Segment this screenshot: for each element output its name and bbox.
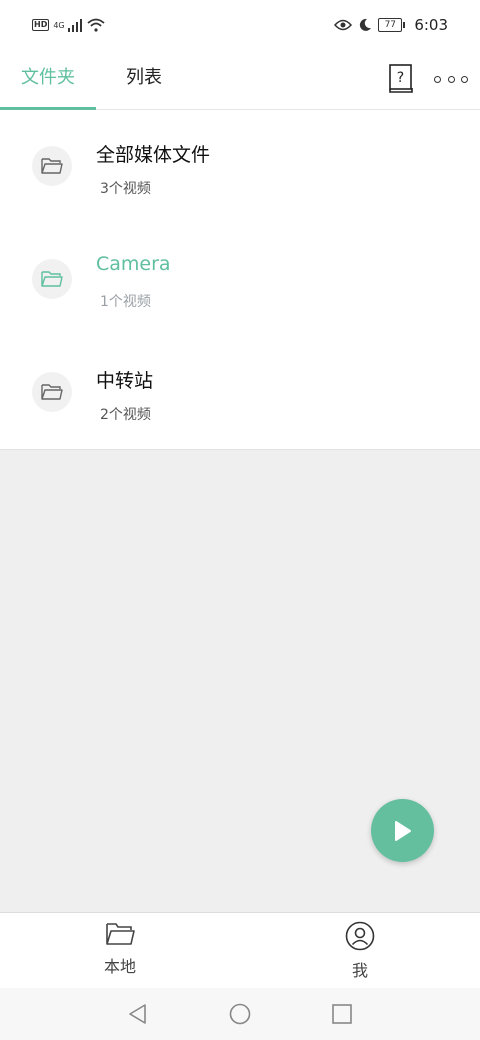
nav-local-label: 本地 (103, 957, 136, 976)
folder-icon (106, 923, 135, 945)
folder-item-all-media[interactable]: 全部媒体文件 3个视频 (0, 110, 480, 223)
back-triangle-icon (129, 1004, 146, 1024)
more-dot-icon (461, 75, 468, 83)
tab-folders[interactable]: 文件夹 (0, 54, 96, 110)
play-fab-button[interactable] (371, 799, 434, 862)
clock: 6:03 (414, 16, 448, 34)
recents-square-icon (332, 1004, 352, 1024)
network-label: 4G (53, 20, 65, 30)
top-bar: 文件夹 列表 ? (0, 54, 480, 110)
folder-video-count: 2个视频 (100, 407, 151, 423)
folder-icon (41, 158, 63, 174)
nav-me-label: 我 (351, 961, 368, 980)
folder-item-camera[interactable]: Camera 1个视频 (0, 223, 480, 336)
more-button[interactable] (434, 72, 468, 86)
hd-indicator: HD (32, 19, 50, 31)
battery-icon: 77 (378, 18, 406, 32)
svg-text:?: ? (397, 70, 404, 86)
status-left: HD 4G (32, 18, 105, 32)
folder-name: 中转站 (96, 370, 154, 392)
user-icon (345, 921, 375, 951)
folder-list: 全部媒体文件 3个视频 Camera 1个视频 中转站 2个视频 (0, 110, 480, 449)
home-circle-icon (229, 1003, 251, 1025)
more-dot-icon (434, 75, 441, 83)
folder-icon-bg (32, 259, 72, 299)
folder-icon-bg (32, 372, 72, 412)
more-dot-icon (447, 75, 455, 83)
wifi-icon (87, 18, 105, 32)
bottom-nav: 本地 我 (0, 912, 480, 989)
tab-list-label: 列表 (126, 67, 162, 88)
folder-name: 全部媒体文件 (96, 144, 211, 166)
recents-button[interactable] (330, 1002, 354, 1026)
folder-icon-bg (32, 146, 72, 186)
folder-icon (41, 271, 63, 287)
back-button[interactable] (126, 1002, 150, 1026)
help-button[interactable]: ? (388, 64, 414, 94)
folder-icon (41, 384, 63, 400)
tab-list[interactable]: 列表 (118, 54, 170, 109)
folder-video-count: 3个视频 (100, 181, 151, 197)
home-button[interactable] (228, 1002, 252, 1026)
folder-video-count: 1个视频 (100, 294, 151, 310)
play-icon (394, 820, 411, 841)
eye-comfort-icon (334, 19, 353, 31)
system-nav-bar (0, 988, 480, 1040)
folder-name: Camera (96, 253, 171, 275)
signal-icon (67, 19, 82, 32)
status-right: 77 6:03 (334, 16, 448, 34)
folder-item-transfer[interactable]: 中转站 2个视频 (0, 336, 480, 449)
nav-me[interactable]: 我 (320, 921, 400, 981)
moon-icon (360, 18, 372, 31)
status-bar: HD 4G 77 6:03 (0, 0, 480, 54)
help-book-icon: ? (389, 64, 413, 93)
tab-folders-label: 文件夹 (21, 67, 75, 88)
nav-local[interactable]: 本地 (80, 921, 160, 977)
